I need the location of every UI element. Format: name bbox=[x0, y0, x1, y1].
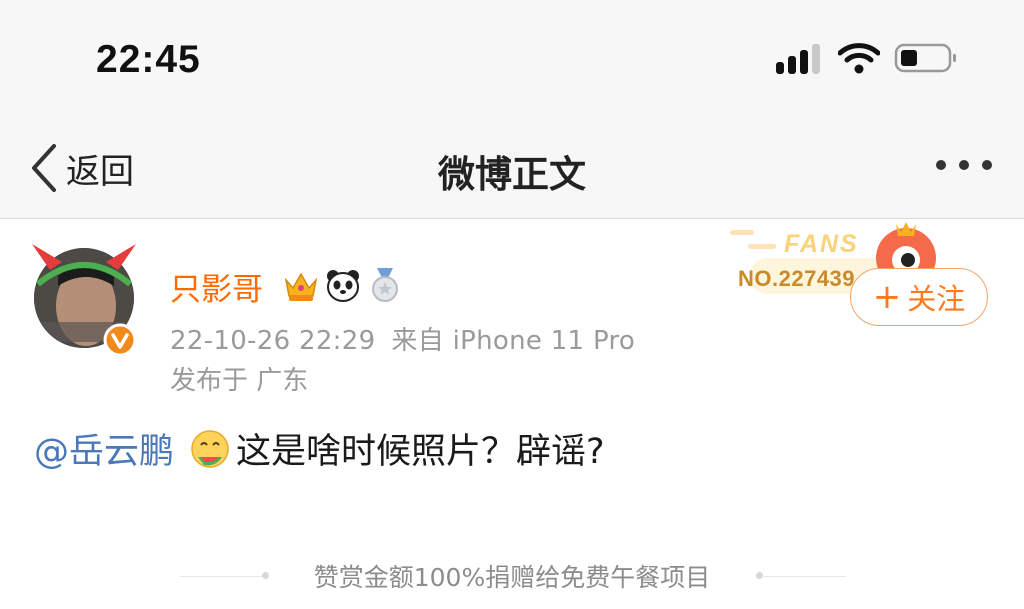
more-options-button[interactable] bbox=[930, 154, 998, 178]
follow-label: 关注 bbox=[907, 282, 966, 316]
reward-notice: 赞赏金额100%捐赠给免费午餐项目 bbox=[313, 563, 711, 592]
footer-divider-right bbox=[764, 576, 846, 577]
clock: 22:45 bbox=[96, 38, 201, 81]
post-timestamp: 22-10-26 22:29 bbox=[170, 326, 376, 356]
crown-badge-icon bbox=[284, 272, 318, 301]
panda-icon bbox=[327, 270, 359, 302]
fans-label: FANS bbox=[784, 230, 859, 258]
cellular-signal-icon bbox=[776, 44, 824, 74]
medal-icon bbox=[372, 268, 398, 302]
navigation-bar: 返回 微博正文 bbox=[0, 118, 1024, 219]
post-location: 发布于 广东 bbox=[170, 366, 309, 396]
verified-badge-icon bbox=[103, 323, 137, 356]
follow-button[interactable]: + 关注 bbox=[850, 268, 988, 326]
avatar[interactable] bbox=[28, 236, 140, 356]
mention-link[interactable]: @岳云鹏 bbox=[34, 423, 174, 474]
page-title: 微博正文 bbox=[438, 153, 586, 196]
battery-icon bbox=[894, 43, 956, 73]
footer-dot-right bbox=[756, 572, 763, 579]
status-bar: 22:45 bbox=[0, 0, 1024, 118]
user-badges bbox=[283, 266, 403, 306]
username[interactable]: 只影哥 bbox=[170, 264, 263, 309]
fans-number: NO.2274392 bbox=[738, 266, 856, 291]
post-text: 这是啥时候照片？辟谣? bbox=[236, 432, 605, 472]
plus-icon: + bbox=[872, 277, 902, 317]
post-body: @岳云鹏 这是啥时候照片？辟谣? bbox=[34, 423, 605, 474]
post-meta: 22-10-26 22:29 来自 iPhone 11 Pro bbox=[170, 320, 635, 357]
wifi-icon bbox=[838, 43, 880, 74]
melon-eating-emoji-icon bbox=[191, 429, 229, 468]
post-source: 来自 iPhone 11 Pro bbox=[391, 326, 636, 356]
